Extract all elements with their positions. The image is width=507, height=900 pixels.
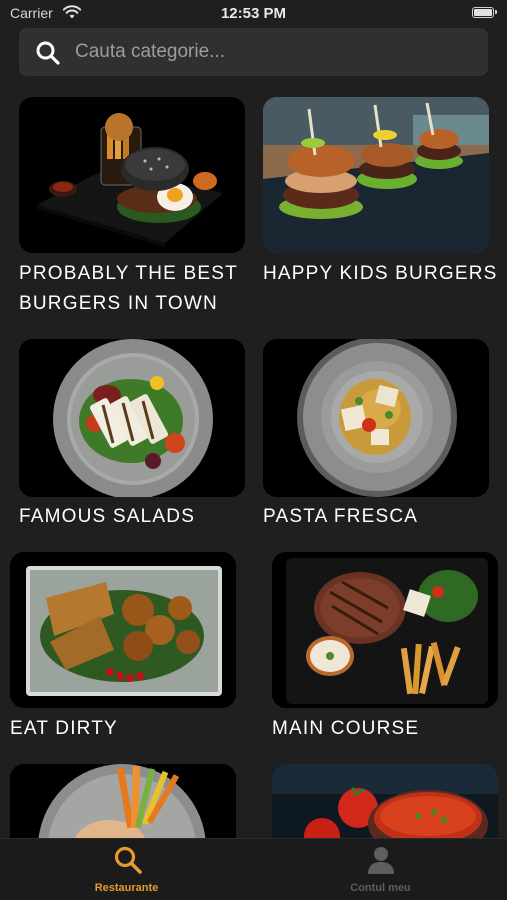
main-course-image [272, 552, 498, 708]
category-label: HAPPY KIDS BURGERS [263, 263, 498, 284]
tab-bar: Restaurante Contul meu [0, 838, 507, 900]
search-icon [114, 846, 142, 874]
category-card-eat-dirty[interactable]: EAT DIRTY [10, 552, 236, 747]
category-card-salads[interactable]: FAMOUS SALADS [19, 339, 245, 534]
category-label: PASTA FRESCA [263, 506, 419, 527]
category-grid: PROBABLY THE BEST BURGERS IN TOWN HAPPY … [0, 0, 507, 838]
category-card[interactable] [10, 764, 236, 838]
category-label: PROBABLY THE BEST [19, 263, 238, 284]
category-label: EAT DIRTY [10, 718, 118, 739]
category-card-burgers[interactable]: PROBABLY THE BEST BURGERS IN TOWN [19, 97, 245, 322]
tab-label: Restaurante [94, 882, 159, 894]
category-label: MAIN COURSE [272, 718, 420, 739]
soup-image [272, 764, 498, 838]
category-card-kids-burgers[interactable]: HAPPY KIDS BURGERS [263, 97, 496, 292]
category-label: BURGERS IN TOWN [19, 293, 218, 314]
category-card-main-course[interactable]: MAIN COURSE [272, 552, 498, 747]
user-icon [368, 847, 394, 874]
salad-image [19, 339, 245, 497]
category-label: FAMOUS SALADS [19, 506, 196, 527]
kids-burger-image [263, 97, 489, 253]
tab-account[interactable]: Contul meu [254, 839, 507, 900]
category-card[interactable] [272, 764, 498, 838]
eat-dirty-image [10, 552, 236, 708]
tab-restaurants[interactable]: Restaurante [0, 839, 253, 900]
tab-label: Contul meu [350, 882, 411, 894]
hummus-image [10, 764, 236, 838]
burger-image [19, 97, 245, 253]
category-card-pasta[interactable]: PASTA FRESCA [263, 339, 489, 534]
pasta-image [263, 339, 489, 497]
